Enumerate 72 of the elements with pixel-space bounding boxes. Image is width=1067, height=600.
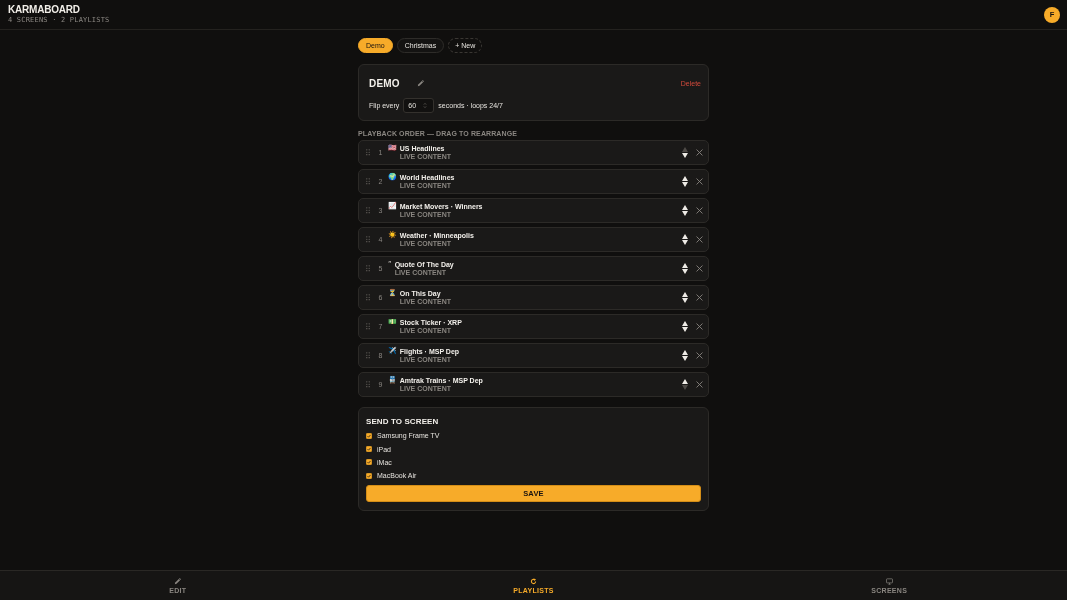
move-up-button[interactable]	[682, 350, 688, 355]
remove-button[interactable]	[696, 264, 704, 273]
down-triangle-icon	[682, 182, 688, 187]
down-triangle-icon	[682, 269, 688, 274]
down-triangle-icon	[682, 356, 688, 361]
down-triangle-icon	[682, 385, 688, 390]
drag-handle-icon[interactable]	[366, 323, 370, 330]
move-down-button[interactable]	[682, 153, 688, 158]
up-triangle-icon	[682, 350, 688, 355]
up-triangle-icon	[682, 263, 688, 268]
pencil-icon	[174, 577, 182, 585]
up-triangle-icon	[682, 321, 688, 326]
down-triangle-icon	[682, 240, 688, 245]
drag-handle-icon[interactable]	[366, 178, 370, 185]
remove-button[interactable]	[696, 235, 704, 244]
close-icon	[696, 148, 703, 156]
drag-handle-icon[interactable]	[366, 265, 370, 272]
close-icon	[696, 322, 703, 330]
move-down-button[interactable]	[682, 356, 688, 361]
up-triangle-icon	[682, 205, 688, 210]
close-icon	[696, 293, 703, 301]
up-triangle-icon	[682, 147, 688, 152]
move-up-button[interactable]	[682, 234, 688, 239]
remove-button[interactable]	[696, 351, 704, 360]
drag-handle-icon[interactable]	[366, 207, 370, 214]
remove-button[interactable]	[696, 293, 704, 302]
down-triangle-icon	[682, 327, 688, 332]
move-up-button[interactable]	[682, 205, 688, 210]
move-down-button[interactable]	[682, 269, 688, 274]
drag-handle-icon[interactable]	[366, 294, 370, 301]
playlist-name: DEMO	[369, 77, 400, 89]
move-up-button[interactable]	[682, 321, 688, 326]
up-triangle-icon	[682, 234, 688, 239]
monitor-icon	[885, 577, 893, 585]
move-up-button[interactable]	[682, 176, 688, 181]
move-up-button[interactable]	[682, 292, 688, 297]
section-title: SEND TO SCREEN	[366, 417, 440, 427]
checkbox[interactable]	[366, 472, 372, 479]
checkbox[interactable]	[366, 459, 372, 466]
drag-handle-icon[interactable]	[366, 236, 370, 243]
down-triangle-icon	[682, 211, 688, 216]
close-icon	[696, 351, 703, 359]
up-triangle-icon	[682, 176, 688, 181]
app-title: KARMABOARD	[8, 5, 81, 15]
remove-button[interactable]	[696, 148, 704, 157]
remove-button[interactable]	[696, 380, 704, 389]
move-up-button[interactable]	[682, 263, 688, 268]
checkbox[interactable]	[366, 432, 372, 439]
close-icon	[696, 177, 703, 185]
refresh-icon	[530, 577, 537, 585]
move-down-button[interactable]	[682, 211, 688, 216]
remove-button[interactable]	[696, 322, 704, 331]
close-icon	[696, 380, 703, 388]
move-down-button[interactable]	[682, 298, 688, 303]
close-icon	[696, 206, 703, 214]
up-triangle-icon	[682, 379, 688, 384]
down-triangle-icon	[682, 298, 688, 303]
remove-button[interactable]	[696, 206, 704, 215]
move-down-button[interactable]	[682, 240, 688, 245]
move-up-button[interactable]	[682, 379, 688, 384]
remove-button[interactable]	[696, 177, 704, 186]
drag-handle-icon[interactable]	[366, 352, 370, 359]
up-triangle-icon	[682, 292, 688, 297]
down-triangle-icon	[682, 153, 688, 158]
checkbox[interactable]	[366, 446, 372, 453]
drag-handle-icon[interactable]	[366, 381, 370, 388]
close-icon	[696, 235, 703, 243]
drag-handle-icon[interactable]	[366, 149, 370, 156]
move-down-button[interactable]	[682, 182, 688, 187]
close-icon	[696, 264, 703, 272]
pencil-icon[interactable]	[416, 79, 424, 87]
move-down-button[interactable]	[682, 327, 688, 332]
